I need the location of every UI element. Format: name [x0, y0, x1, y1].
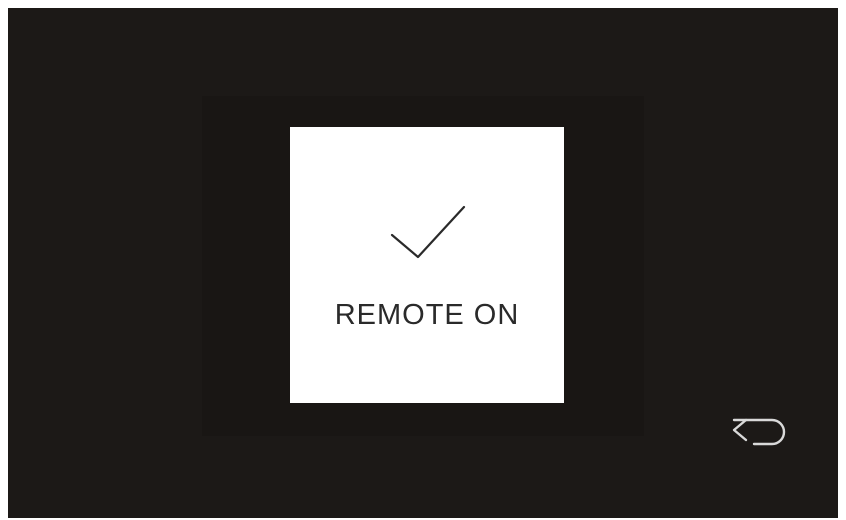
back-arrow-icon: [728, 418, 792, 456]
checkmark-icon: [388, 205, 468, 261]
device-frame: REMOTE ON: [0, 0, 846, 520]
display-screen: REMOTE ON: [8, 8, 838, 518]
back-button[interactable]: [728, 406, 792, 452]
confirmation-dialog: REMOTE ON: [290, 127, 564, 403]
dialog-message: REMOTE ON: [334, 299, 520, 331]
